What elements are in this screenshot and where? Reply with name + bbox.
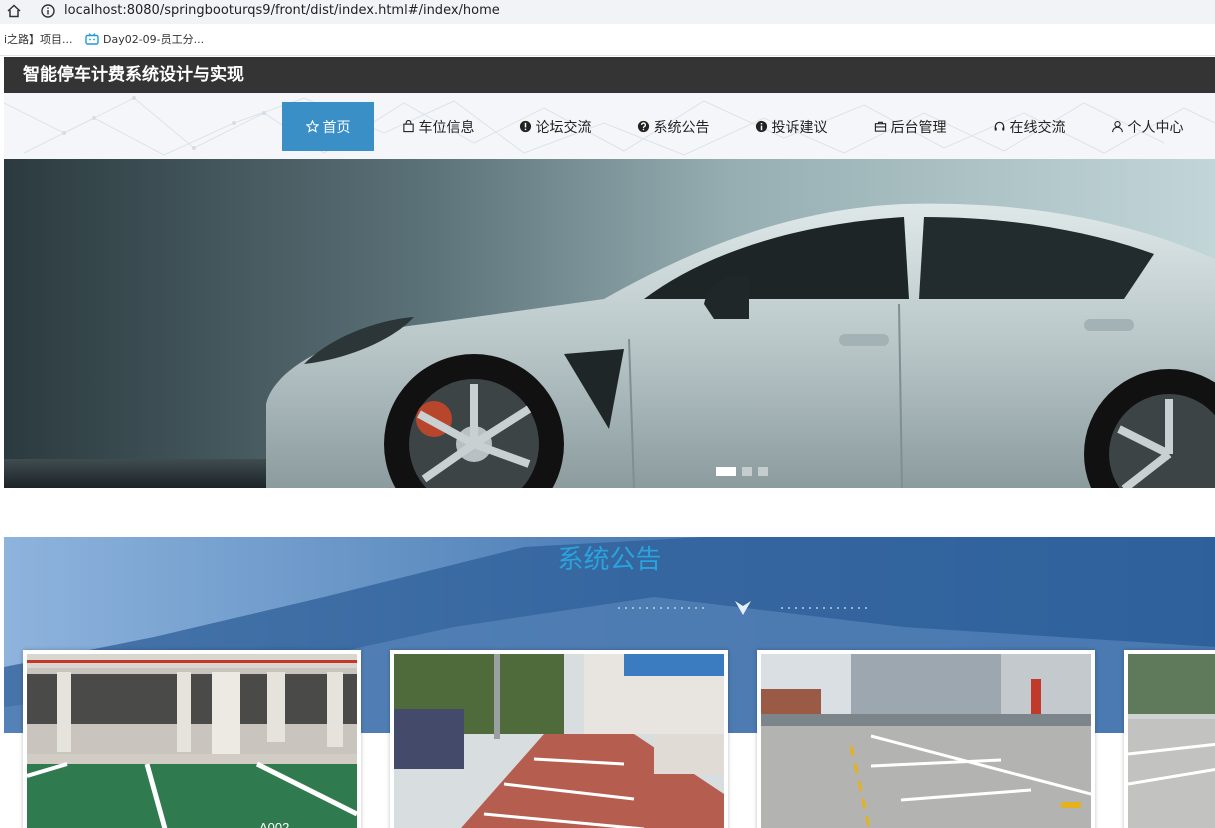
nav-label: 车位信息 [418,119,475,136]
carousel-indicators [716,467,768,476]
carousel-dot[interactable] [716,467,736,476]
nav-online-chat[interactable]: 在线交流 [983,102,1075,151]
home-icon[interactable] [6,3,22,19]
announcement-card[interactable] [757,650,1095,828]
site-header: 智能停车计费系统设计与实现 [4,57,1215,93]
main-nav: 首页 车位信息 论坛交流 系统公告 投诉建议 后台管理 在线交流 个人中心 [4,93,1215,159]
nav-complaints[interactable]: 投诉建议 [745,102,837,151]
tv-icon [85,33,99,45]
bookmarks-bar: i之路】项目... Day02-09-员工分... [0,24,1215,56]
outdoor-lot-photo [761,654,1091,828]
briefcase-icon [874,121,886,132]
info-icon [755,120,767,133]
nav-label: 在线交流 [1009,119,1066,136]
nav-label: 首页 [322,119,351,136]
nav-label: 后台管理 [890,119,947,136]
bag-icon [402,120,414,133]
nav-label: 论坛交流 [535,119,592,136]
section-divider [618,601,871,615]
announcement-card[interactable] [390,650,728,828]
bookmark-item[interactable]: i之路】项目... [4,33,73,47]
nav-parking-info[interactable]: 车位信息 [392,102,484,151]
star-icon [305,120,319,133]
question-icon [637,120,649,133]
nav-label: 个人中心 [1127,119,1184,136]
user-icon [1111,121,1123,133]
nav-label: 系统公告 [653,119,710,136]
nav-admin[interactable]: 后台管理 [864,102,956,151]
announcement-card[interactable]: A002 [23,650,361,828]
announcement-card[interactable] [1124,650,1215,828]
url-text[interactable]: localhost:8080/springbooturqs9/front/dis… [64,3,500,19]
nav-profile[interactable]: 个人中心 [1101,102,1193,151]
banner-carousel[interactable] [4,159,1215,488]
bookmark-label: Day02-09-员工分... [103,33,205,46]
site-info-icon[interactable] [40,3,56,19]
street-parking-photo [394,654,724,828]
carousel-dot[interactable] [758,467,768,476]
browser-address-bar: localhost:8080/springbooturqs9/front/dis… [0,0,1215,24]
garage-photo: A002 [27,654,357,828]
nav-label: 投诉建议 [771,119,828,136]
bookmark-label: i之路】项目... [4,33,73,46]
announcement-section: 系统公告 A002 [4,537,1215,828]
lot-photo [1128,654,1215,828]
section-title: 系统公告 [557,545,662,575]
bookmark-item[interactable]: Day02-09-员工分... [85,33,204,47]
exclamation-icon [519,120,531,133]
nav-home[interactable]: 首页 [282,102,374,151]
site-title: 智能停车计费系统设计与实现 [23,65,244,85]
car-banner-image [4,159,1215,488]
svg-text:A002: A002 [259,820,289,828]
nav-announcements[interactable]: 系统公告 [627,102,719,151]
nav-forum[interactable]: 论坛交流 [509,102,601,151]
carousel-dot[interactable] [742,467,752,476]
headset-icon [994,121,1004,131]
